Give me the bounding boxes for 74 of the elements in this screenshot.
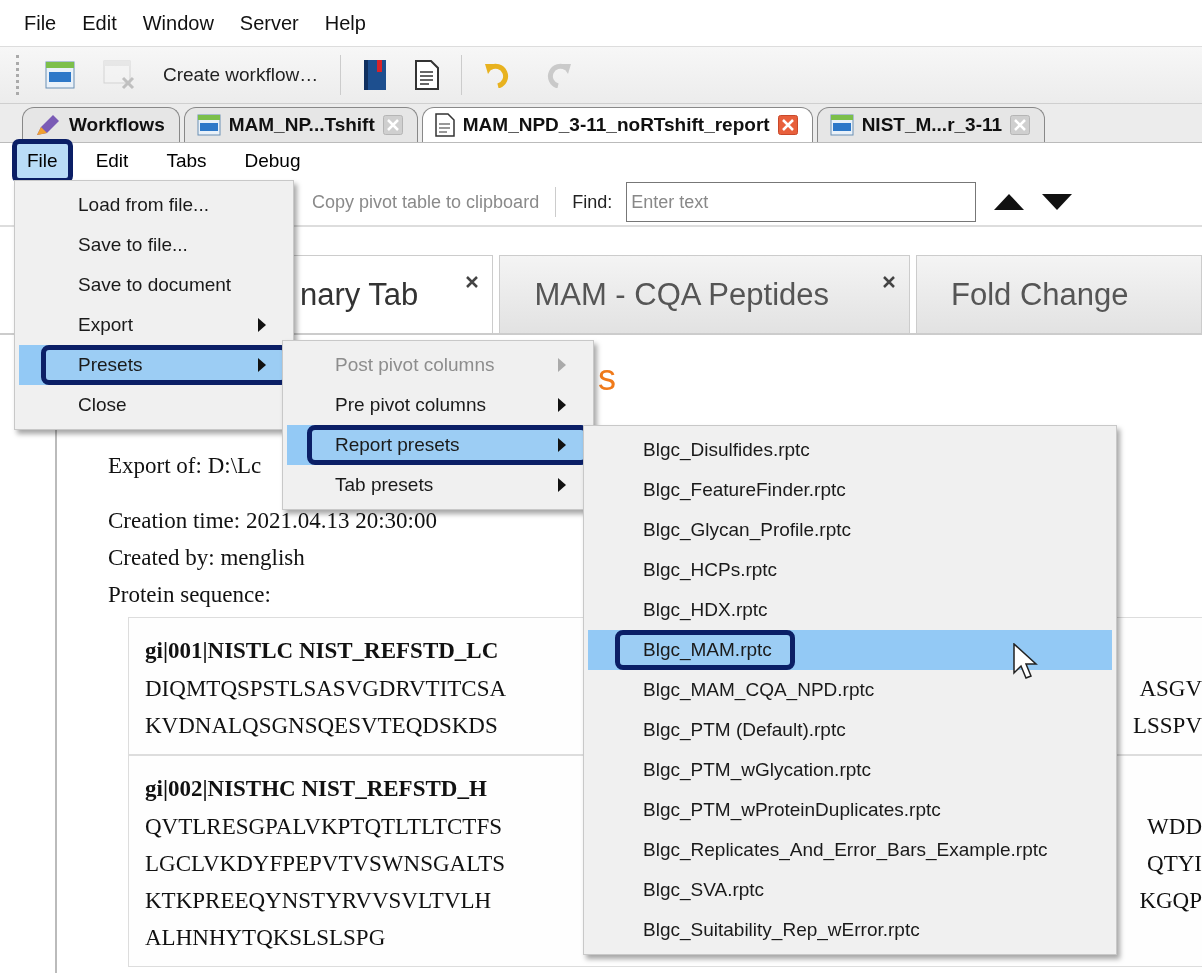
sequence-text: ASGV bbox=[1139, 675, 1202, 703]
tab-label: Workflows bbox=[69, 114, 165, 136]
sequence-text: DIQMTQSPSTLSASVGDRVTITCSA bbox=[145, 675, 507, 703]
menu-item[interactable]: Blgc_MAM_CQA_NPD.rptc bbox=[588, 670, 1112, 710]
menu-item[interactable]: Blgc_FeatureFinder.rptc bbox=[588, 470, 1112, 510]
find-next-icon[interactable] bbox=[1042, 194, 1073, 210]
report-tab[interactable]: Fold Change bbox=[916, 255, 1202, 333]
tab-label: MAM_NP...Tshift bbox=[228, 114, 375, 136]
mouse-pointer-icon bbox=[1013, 643, 1039, 681]
menu-item[interactable]: Save to file... bbox=[19, 225, 289, 265]
menu-item[interactable]: Load from file... bbox=[19, 185, 289, 225]
create-workflow-button[interactable]: Create workflow… bbox=[157, 53, 325, 97]
sequence-text: KTKPREEQYNSTYRVVSVLTVLH bbox=[145, 887, 492, 915]
sequence-text: WDD bbox=[1147, 813, 1202, 841]
submenu-arrow-icon bbox=[558, 438, 566, 452]
sequence-header: gi|002|NISTHC NIST_REFSTD_H bbox=[145, 775, 487, 803]
sequence-text: QTYI bbox=[1147, 850, 1202, 878]
document-icon bbox=[434, 113, 455, 137]
menu-item[interactable]: Window bbox=[142, 11, 214, 35]
document-icon bbox=[415, 60, 440, 90]
report-info-line: Protein sequence: bbox=[108, 581, 271, 609]
find-field[interactable]: Enter text bbox=[626, 182, 977, 222]
menu-item[interactable]: Blgc_HCPs.rptc bbox=[588, 550, 1112, 590]
document-tab[interactable]: MAM_NP...Tshift bbox=[183, 107, 418, 142]
report-info-line: Created by: menglish bbox=[108, 544, 305, 572]
menu-item[interactable]: Export bbox=[19, 305, 289, 345]
submenu-arrow-icon bbox=[558, 358, 566, 372]
menu-item[interactable]: File bbox=[24, 11, 57, 35]
menu-item[interactable]: File bbox=[12, 139, 73, 183]
menu-item[interactable]: Blgc_Disulfides.rptc bbox=[588, 430, 1112, 470]
menu-item[interactable]: Blgc_SVA.rptc bbox=[588, 870, 1112, 910]
document-tab[interactable]: MAM_NPD_3-11_noRTshift_report bbox=[421, 107, 813, 142]
window-icon bbox=[45, 61, 75, 89]
menu-item[interactable]: Blgc_PTM_wProteinDuplicates.rptc bbox=[588, 790, 1112, 830]
menu-item[interactable]: Blgc_Replicates_And_Error_Bars_Example.rptc bbox=[588, 830, 1112, 870]
menu-item[interactable]: Blgc_MAM.rptc bbox=[588, 630, 1112, 670]
document-tab[interactable]: NIST_M...r_3-11 bbox=[816, 107, 1046, 142]
menu-item[interactable]: Blgc_PTM (Default).rptc bbox=[588, 710, 1112, 750]
submenu-arrow-icon bbox=[558, 478, 566, 492]
menu-item[interactable]: Blgc_Suitability_Rep_wError.rptc bbox=[588, 910, 1112, 950]
close-icon[interactable] bbox=[466, 276, 479, 288]
tab-label: NIST_M...r_3-11 bbox=[861, 114, 1003, 136]
menu-item[interactable]: Pre pivot columns bbox=[287, 385, 589, 425]
submenu-arrow-icon bbox=[558, 398, 566, 412]
menu-item[interactable]: Edit bbox=[82, 11, 117, 35]
report-tab[interactable]: MAM - CQA Peptides bbox=[499, 255, 910, 333]
sequence-text: LSSPV bbox=[1132, 712, 1202, 740]
report-title: s bbox=[598, 357, 616, 400]
menu-item[interactable]: Blgc_PTM_wGlycation.rptc bbox=[588, 750, 1112, 790]
tab-label: MAM_NPD_3-11_noRTshift_report bbox=[462, 114, 770, 136]
book-icon bbox=[363, 59, 388, 91]
pencil-icon bbox=[35, 113, 61, 137]
menu-item[interactable]: Tab presets bbox=[287, 465, 589, 505]
report-info-line: Export of: D:\Lc bbox=[108, 452, 262, 480]
sequence-text: KGQP bbox=[1139, 887, 1202, 915]
report-info-line: Creation time: 2021.04.13 20:30:00 bbox=[108, 507, 437, 535]
find-previous-icon[interactable] bbox=[994, 194, 1025, 210]
menu-item[interactable]: Server bbox=[239, 11, 299, 35]
window-icon bbox=[829, 114, 854, 136]
window-close-icon bbox=[103, 60, 135, 90]
window-icon bbox=[196, 114, 221, 136]
menu-item[interactable]: Help bbox=[324, 11, 366, 35]
close-icon[interactable] bbox=[883, 276, 895, 288]
find-label: Find: bbox=[572, 191, 613, 213]
sequence-text: KVDNALQSGNSQESVTEQDSKDS bbox=[145, 712, 498, 740]
sequence-header: gi|001|NISTLC NIST_REFSTD_LC bbox=[145, 637, 499, 665]
menu-item[interactable]: Save to document bbox=[19, 265, 289, 305]
sequence-text: QVTLRESGPALVKPTQTLTLTCTFS bbox=[145, 813, 502, 841]
menu-item[interactable]: Blgc_HDX.rptc bbox=[588, 590, 1112, 630]
close-icon[interactable] bbox=[777, 115, 798, 135]
menu-item[interactable]: Blgc_Glycan_Profile.rptc bbox=[588, 510, 1112, 550]
document-tab[interactable]: Workflows bbox=[22, 107, 180, 142]
sequence-text: LGCLVKDYFPEPVTVSWNSGALTS bbox=[145, 850, 505, 878]
sequence-text: ALHNHYTQKSLSLSPG bbox=[145, 924, 386, 952]
